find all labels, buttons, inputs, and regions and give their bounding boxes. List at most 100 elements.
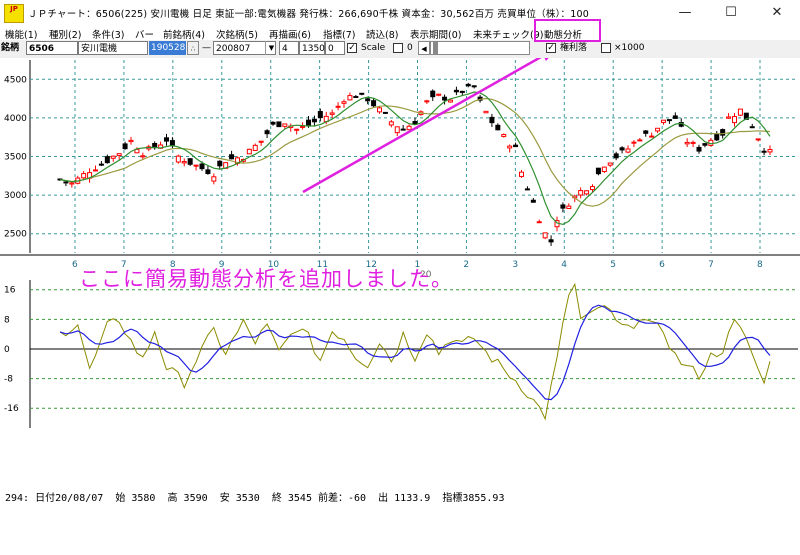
zero-checkbox[interactable] xyxy=(393,43,403,53)
candle-body xyxy=(459,90,465,93)
menu-type[interactable]: 種別(2) xyxy=(49,27,81,41)
annotation-arrow-head xyxy=(544,58,549,61)
close-button[interactable]: ✕ xyxy=(754,0,800,25)
spin-icon[interactable]: ∴ xyxy=(187,41,199,55)
chart-svg: 450040003500300025006 7 8 9 10 11 12 1 2 3 4 5 6 7 820… xyxy=(0,58,800,428)
candle-body xyxy=(193,164,199,167)
status-low: 3530 xyxy=(235,493,260,504)
menu-functions[interactable]: 機能(1) xyxy=(5,27,37,41)
candle-body xyxy=(749,126,755,129)
candle-body xyxy=(128,139,134,143)
rights-checkbox[interactable]: ✓ xyxy=(546,43,556,53)
month-tick-label: 6 xyxy=(72,260,78,270)
month-tick-label: 5 xyxy=(610,260,616,270)
candle-body xyxy=(726,116,732,119)
menu-bar: 機能(1) 種別(2) 条件(3) バー 前銘柄(4) 次銘柄(5) 再描画(6… xyxy=(0,25,800,41)
candle-body xyxy=(619,147,625,151)
scale-checkbox[interactable]: ✓ xyxy=(347,43,357,53)
menu-condition[interactable]: 条件(3) xyxy=(92,27,124,41)
minimize-button[interactable]: — xyxy=(662,0,708,25)
menu-load[interactable]: 読込(8) xyxy=(366,27,398,41)
month-tick-label: 7 xyxy=(708,260,714,270)
price-tick-label: 3000 xyxy=(4,191,27,201)
menu-prev-stock[interactable]: 前銘柄(4) xyxy=(163,27,205,41)
candle-body xyxy=(104,156,110,164)
candle-body xyxy=(311,118,317,123)
candle-body xyxy=(205,169,211,175)
candle-body xyxy=(276,121,282,128)
osc-tick-label: 0 xyxy=(4,345,10,355)
x1000-checkbox[interactable] xyxy=(601,43,611,53)
candle-body xyxy=(406,125,412,131)
candle-body xyxy=(530,199,536,203)
menu-next-stock[interactable]: 次銘柄(5) xyxy=(216,27,258,41)
month-tick-label: 4 xyxy=(561,260,567,270)
candle-body xyxy=(270,121,276,125)
menu-redraw[interactable]: 再描画(6) xyxy=(269,27,311,41)
candle-body xyxy=(217,160,223,167)
candle-body xyxy=(353,95,359,98)
candle-body xyxy=(637,139,643,142)
value-input-1[interactable]: 1350 xyxy=(299,41,325,55)
period-scrollbar[interactable] xyxy=(430,41,530,55)
candle-body xyxy=(122,143,128,150)
menu-display-period[interactable]: 表示期間(0) xyxy=(410,27,461,41)
candle-body xyxy=(341,101,347,104)
month-tick-label: 3 xyxy=(512,260,518,270)
period-input[interactable]: 4 xyxy=(279,41,299,55)
candle-body xyxy=(471,85,477,88)
candle-body xyxy=(140,155,146,158)
candle-body xyxy=(613,153,619,159)
candle-body xyxy=(175,155,181,163)
candle-body xyxy=(377,107,382,113)
candle-body xyxy=(483,110,489,114)
date-code-field[interactable]: 190528 xyxy=(149,41,186,55)
stock-code-input[interactable]: 6506 xyxy=(26,41,78,55)
candle-body xyxy=(164,137,169,142)
candle-body xyxy=(394,126,400,134)
candle-body xyxy=(246,148,252,155)
candle-body xyxy=(737,108,743,116)
candle-body xyxy=(294,128,300,131)
menu-bar-item[interactable]: バー xyxy=(135,27,154,41)
candle-body xyxy=(714,133,720,141)
candle-body xyxy=(590,186,595,191)
candle-body xyxy=(258,140,264,143)
candle-body xyxy=(495,124,501,131)
stock-name-field[interactable]: 安川電機 xyxy=(78,41,148,55)
status-open-label: 始 xyxy=(115,493,126,504)
rights-label: 権利落 xyxy=(560,43,588,53)
candle-body xyxy=(98,163,104,166)
candle-body xyxy=(524,188,530,191)
candle-body xyxy=(282,123,288,127)
candle-body xyxy=(536,221,542,224)
value-input-2[interactable]: 0 xyxy=(325,41,345,55)
candle-body xyxy=(300,125,306,128)
candle-body xyxy=(666,119,672,122)
candle-body xyxy=(649,135,655,138)
candle-body xyxy=(489,116,495,124)
candle-body xyxy=(347,95,353,101)
osc-tick-label: 8 xyxy=(4,315,10,325)
scroll-left-icon[interactable]: ◀ xyxy=(418,41,430,55)
chevron-down-icon[interactable]: ▼ xyxy=(265,41,277,55)
annotation-text: ここに簡易動態分析を追加しました。 xyxy=(79,267,453,291)
candle-body xyxy=(661,119,666,123)
candle-body xyxy=(607,162,613,166)
status-change-label: 前差： xyxy=(318,493,349,504)
candle-body xyxy=(513,144,519,148)
candle-body xyxy=(578,190,584,196)
candle-body xyxy=(359,92,365,95)
candle-body xyxy=(63,181,69,184)
osc-tick-label: -8 xyxy=(4,375,13,385)
scrollbar-thumb[interactable] xyxy=(433,41,438,55)
menu-future-check[interactable]: 未来チェック(9) xyxy=(473,27,543,41)
x1000-label: ×1000 xyxy=(614,43,645,53)
menu-indicator[interactable]: 指標(7) xyxy=(323,27,355,41)
status-index-label: 指標 xyxy=(442,493,463,504)
candle-body xyxy=(655,127,661,132)
candle-body xyxy=(436,93,442,96)
candle-body xyxy=(306,119,311,127)
status-volume: 1133.9 xyxy=(394,493,431,504)
maximize-button[interactable]: ☐ xyxy=(708,0,754,25)
